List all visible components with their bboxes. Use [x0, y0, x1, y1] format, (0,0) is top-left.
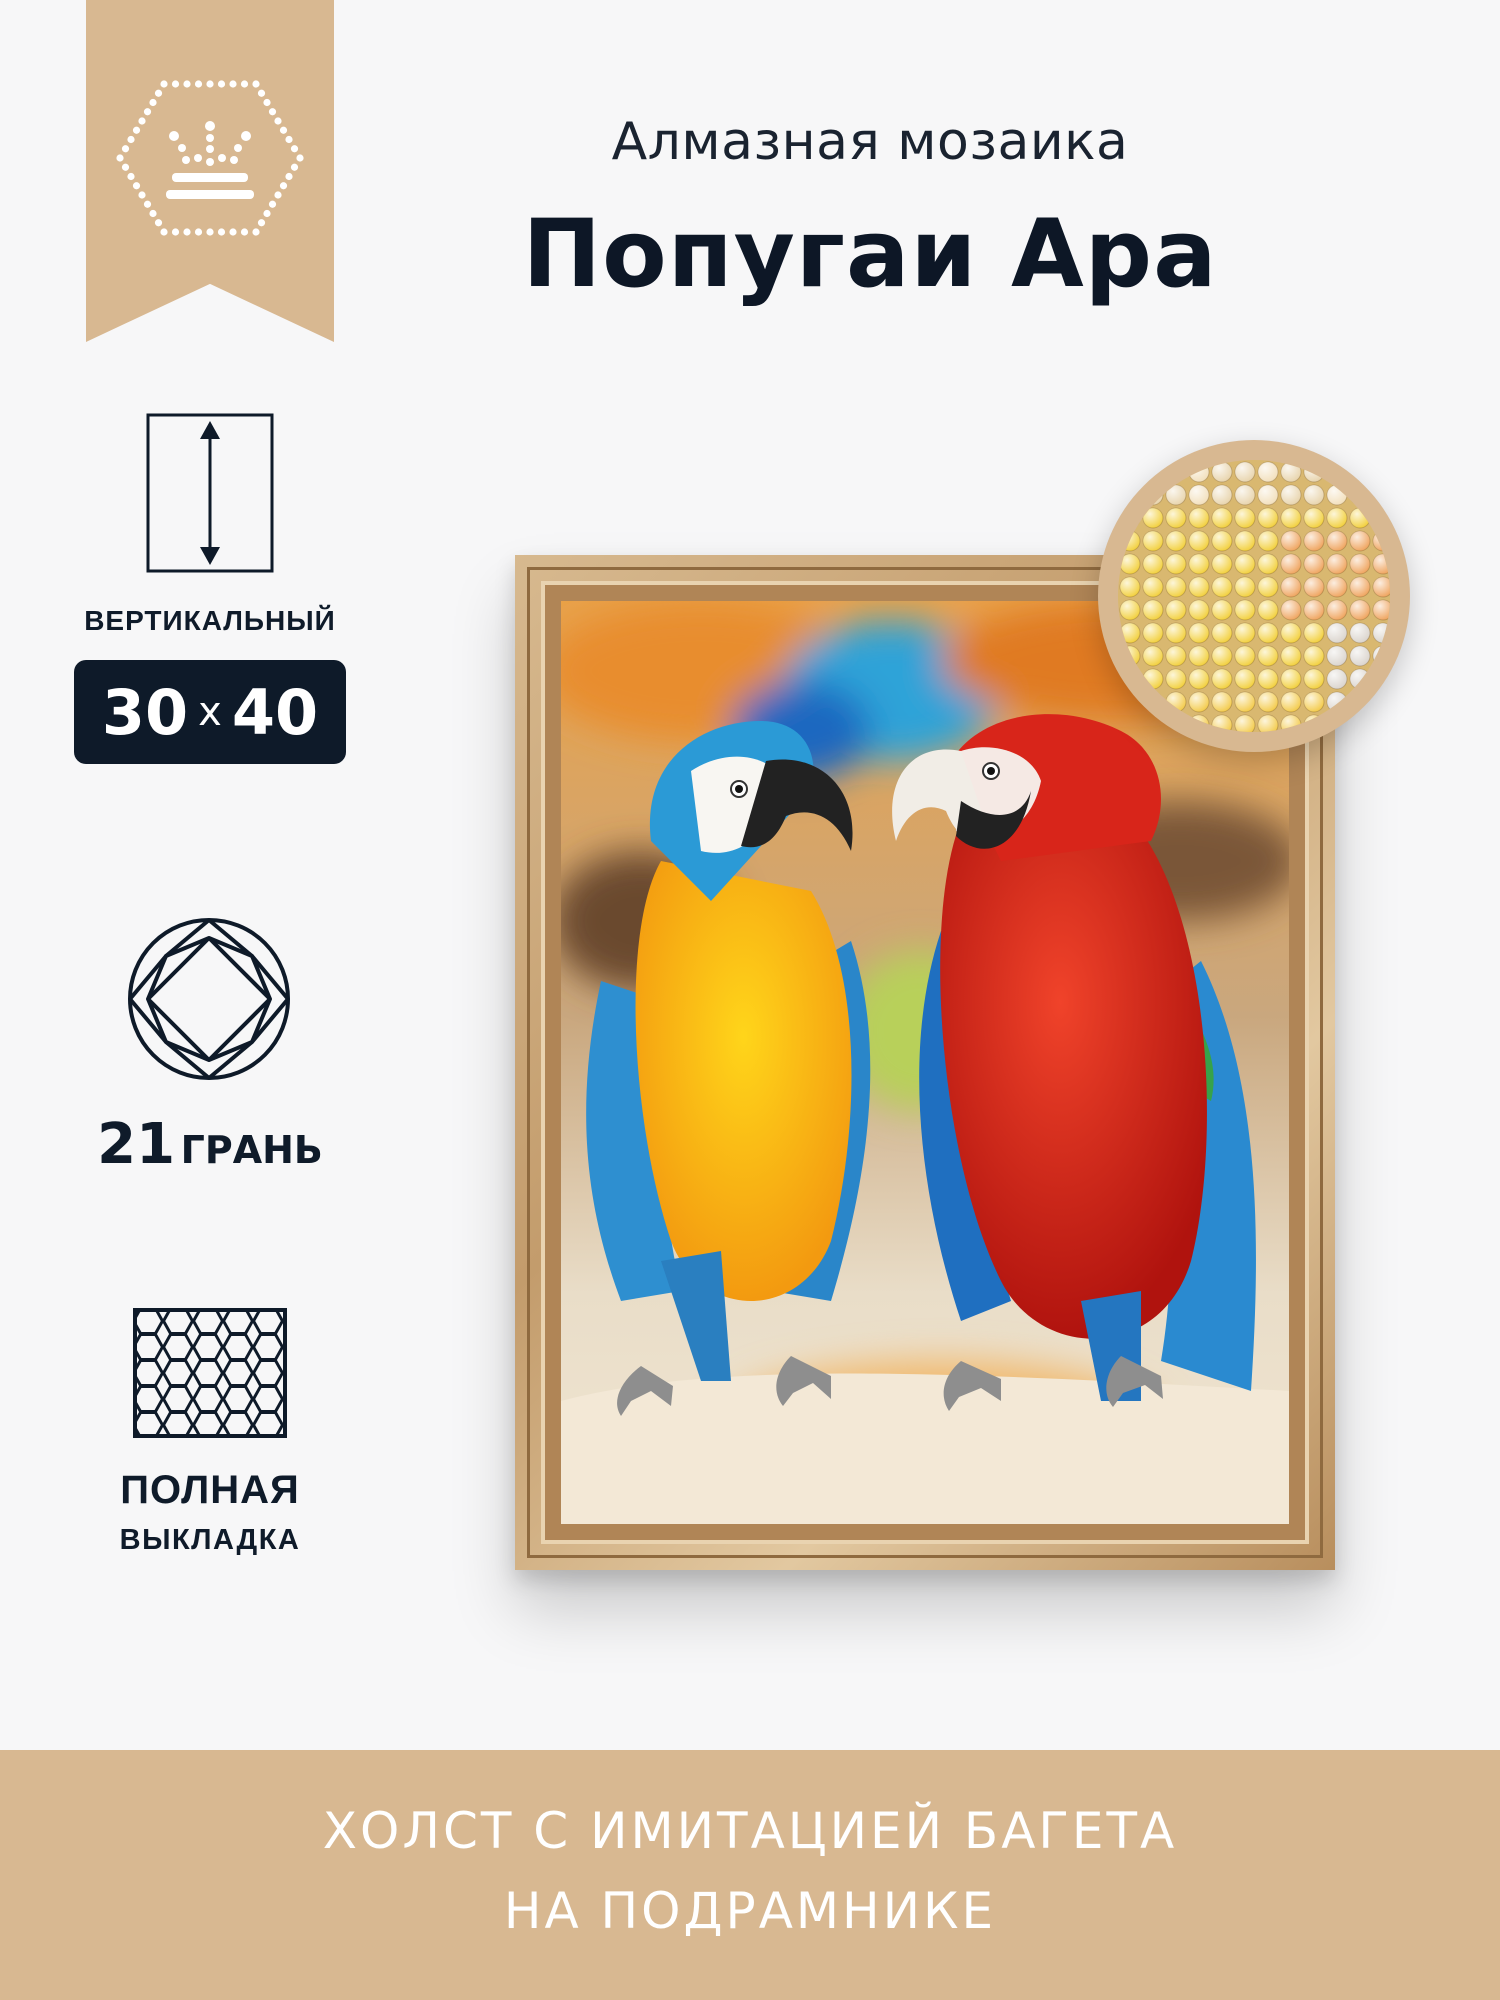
layout-label-main: ПОЛНАЯ: [120, 1468, 300, 1512]
banner-line-1: ХОЛСТ С ИМИТАЦИЕЙ БАГЕТА: [322, 1802, 1178, 1860]
crown-hexagon-icon: [116, 80, 304, 236]
size-height: 40: [231, 675, 319, 749]
orientation-label: ВЕРТИКАЛЬНЫЙ: [84, 605, 336, 636]
diamond-icon: [128, 918, 290, 1080]
layout-label-sub: ВЫКЛАДКА: [119, 1524, 301, 1556]
mosaic-zoom-detail: [1098, 440, 1410, 752]
honeycomb-icon: [133, 1308, 287, 1438]
vertical-canvas-icon: [146, 413, 274, 573]
facet-label: 21 ГРАНЬ: [60, 1112, 360, 1177]
parrots-painting: [561, 601, 1289, 1524]
size-separator: x: [198, 689, 222, 735]
facet-word: ГРАНЬ: [180, 1128, 323, 1172]
size-width: 30: [101, 675, 189, 749]
facet-number: 21: [97, 1112, 176, 1177]
subtitle: Алмазная мозаика: [611, 112, 1129, 172]
bottom-banner: ХОЛСТ С ИМИТАЦИЕЙ БАГЕТА НА ПОДРАМНИКЕ: [0, 1750, 1500, 2000]
logo-ribbon: [86, 0, 334, 342]
mosaic-beads: [1118, 460, 1390, 732]
size-badge: 30 x 40: [74, 660, 346, 764]
banner-line-2: НА ПОДРАМНИКЕ: [503, 1882, 997, 1940]
page-title: Попугаи Ара: [522, 200, 1218, 309]
